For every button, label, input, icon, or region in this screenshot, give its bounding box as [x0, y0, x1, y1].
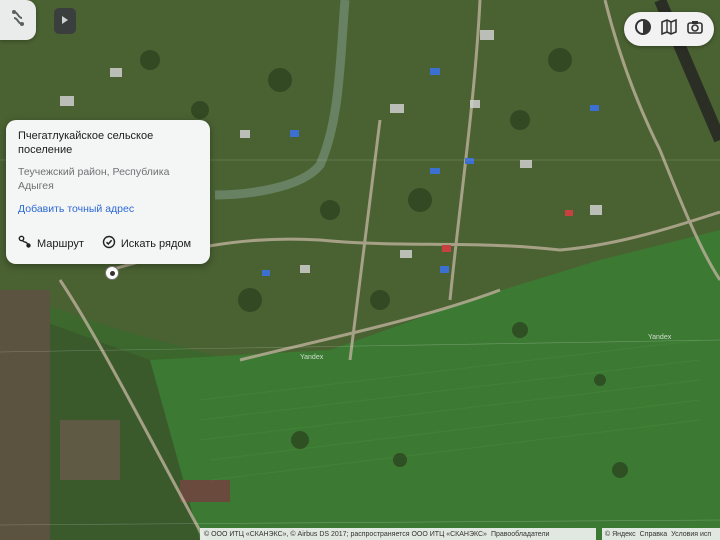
search-nearby-icon [102, 235, 116, 252]
card-actions: Маршрут Искать рядом [18, 235, 191, 252]
place-info-card: Пчегатлукайское сельское поселение Теуче… [6, 120, 210, 264]
night-mode-button[interactable] [632, 18, 654, 40]
camera-icon [686, 18, 704, 41]
route-button[interactable]: Маршрут [18, 235, 84, 252]
terms-link[interactable]: Условия исп [671, 531, 711, 538]
attribution-text: © ООО ИТЦ «СКАНЭКС», © Airbus DS 2017; р… [204, 530, 487, 538]
route-icon [18, 235, 32, 252]
layers-icon [8, 8, 28, 33]
circle-icon [634, 18, 652, 41]
panel-toggle-button[interactable] [54, 8, 76, 34]
map-watermark-label: Yandex [648, 334, 672, 341]
help-link[interactable]: Справка [640, 531, 667, 538]
map-toolbar [624, 12, 714, 46]
add-address-link[interactable]: Добавить точный адрес [18, 203, 200, 215]
play-arrow-icon [60, 12, 70, 30]
search-nearby-button[interactable]: Искать рядом [102, 235, 191, 252]
place-region: Теучежский район, Республика Адыгея [18, 166, 170, 192]
search-nearby-label: Искать рядом [120, 237, 192, 250]
rights-holders-link[interactable]: Правообладатели [491, 531, 550, 538]
route-label: Маршрут [37, 237, 84, 250]
place-title: Пчегатлукайское сельское поселение [18, 130, 154, 156]
panorama-button[interactable] [684, 18, 706, 40]
map-watermark-label: Yandex [300, 354, 324, 361]
map-layers-button[interactable] [658, 18, 680, 40]
attribution-bar: © ООО ИТЦ «СКАНЭКС», © Airbus DS 2017; р… [200, 528, 596, 540]
yandex-attribution: © Яндекс Справка Условия исп [602, 528, 720, 540]
marker-dot [109, 270, 115, 276]
layers-button[interactable] [0, 0, 36, 40]
map-icon [660, 18, 678, 41]
yandex-copyright: © Яндекс [605, 530, 636, 538]
location-marker[interactable] [105, 266, 119, 280]
